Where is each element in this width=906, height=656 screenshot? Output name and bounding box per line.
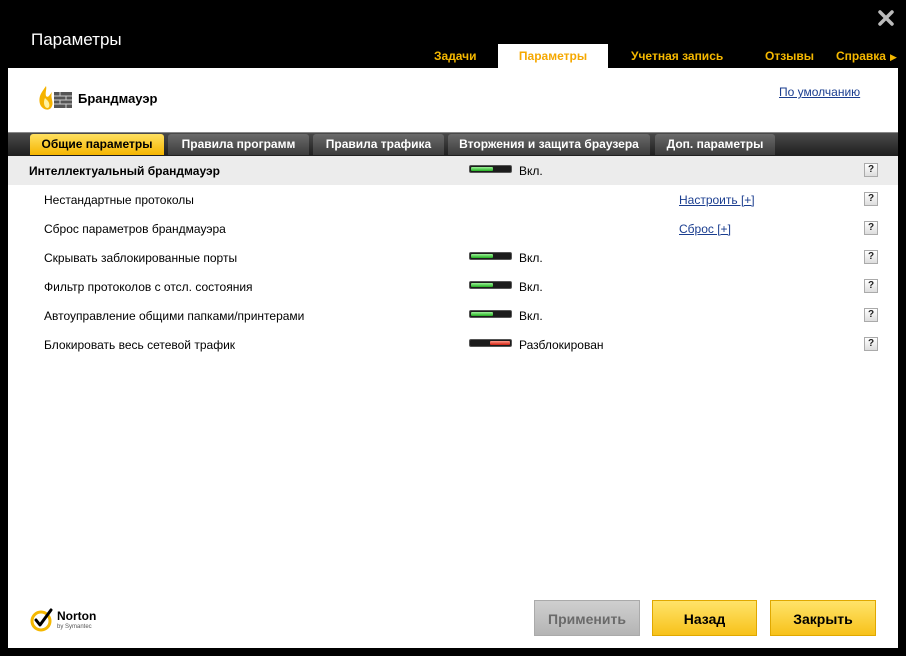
setting-row-hide-blocked-ports: Скрывать заблокированные порты Вкл. ? <box>8 243 898 272</box>
setting-row-nonstandard-protocols: Нестандартные протоколы Настроить [+] ? <box>8 185 898 214</box>
toggle-fill <box>471 254 493 258</box>
nav-help-label: Справка <box>836 49 886 63</box>
nav-params[interactable]: Параметры <box>498 44 608 68</box>
setting-row-reset-firewall: Сброс параметров брандмауэра Сброс [+] ? <box>8 214 898 243</box>
apply-button[interactable]: Применить <box>534 600 640 636</box>
nav-tasks[interactable]: Задачи <box>434 44 477 68</box>
defaults-link[interactable]: По умолчанию <box>779 85 860 99</box>
tab-programs[interactable]: Правила программ <box>168 134 309 155</box>
hide-blocked-ports-toggle[interactable] <box>469 252 512 260</box>
tab-traffic[interactable]: Правила трафика <box>313 134 444 155</box>
toggle-fill <box>471 283 493 287</box>
help-icon[interactable]: ? <box>864 308 878 322</box>
back-button[interactable]: Назад <box>652 600 757 636</box>
reset-link[interactable]: Сброс [+] <box>679 222 731 236</box>
setting-state: Вкл. <box>519 164 543 178</box>
setting-state: Разблокирован <box>519 338 604 352</box>
setting-label: Скрывать заблокированные порты <box>44 251 238 265</box>
tab-advanced[interactable]: Доп. параметры <box>655 134 775 155</box>
setting-label: Нестандартные протоколы <box>44 193 194 207</box>
setting-row-block-all-traffic: Блокировать весь сетевой трафик Разблоки… <box>8 330 898 359</box>
setting-label: Фильтр протоколов с отсл. состояния <box>44 280 253 294</box>
configure-link[interactable]: Настроить [+] <box>679 193 755 207</box>
page-title: Брандмауэр <box>78 91 158 106</box>
setting-row-stateful-filter: Фильтр протоколов с отсл. состояния Вкл.… <box>8 272 898 301</box>
setting-label: Автоуправление общими папками/принтерами <box>44 309 305 323</box>
firewall-icon <box>39 86 72 110</box>
smart-firewall-toggle[interactable] <box>469 165 512 173</box>
tab-general[interactable]: Общие параметры <box>30 134 164 155</box>
help-icon[interactable]: ? <box>864 337 878 351</box>
norton-check-icon <box>30 608 53 632</box>
help-icon[interactable]: ? <box>864 163 878 177</box>
window-title: Параметры <box>31 30 122 49</box>
auto-share-control-toggle[interactable] <box>469 310 512 318</box>
nav-account[interactable]: Учетная запись <box>631 44 723 68</box>
setting-label: Интеллектуальный брандмауэр <box>29 164 220 178</box>
help-icon[interactable]: ? <box>864 192 878 206</box>
setting-state: Вкл. <box>519 280 543 294</box>
norton-sub: by Symantec <box>57 624 92 630</box>
nav-help[interactable]: Справка ▶ <box>836 44 897 68</box>
norton-brand: Norton <box>57 609 97 623</box>
settings-window: Параметры Задачи Параметры Учетная запис… <box>0 0 906 656</box>
toggle-fill <box>490 341 510 345</box>
setting-label: Блокировать весь сетевой трафик <box>44 338 236 352</box>
block-all-traffic-toggle[interactable] <box>469 339 512 347</box>
close-icon[interactable] <box>876 8 896 28</box>
toggle-fill <box>471 312 493 316</box>
chevron-right-icon: ▶ <box>889 52 897 62</box>
stateful-filter-toggle[interactable] <box>469 281 512 289</box>
section-header: Брандмауэр По умолчанию <box>8 68 898 132</box>
tab-intrusion[interactable]: Вторжения и защита браузера <box>448 134 650 155</box>
help-icon[interactable]: ? <box>864 221 878 235</box>
nav-reviews[interactable]: Отзывы <box>765 44 814 68</box>
setting-state: Вкл. <box>519 251 543 265</box>
setting-label: Сброс параметров брандмауэра <box>44 222 226 236</box>
setting-row-smart-firewall: Интеллектуальный брандмауэр Вкл. ? <box>8 156 898 185</box>
setting-state: Вкл. <box>519 309 543 323</box>
toggle-fill <box>471 167 493 171</box>
norton-logo: Norton by Symantec <box>30 605 110 635</box>
setting-row-auto-share-control: Автоуправление общими папками/принтерами… <box>8 301 898 330</box>
settings-panel: Брандмауэр По умолчанию Общие параметры … <box>8 68 898 648</box>
help-icon[interactable]: ? <box>864 250 878 264</box>
close-button[interactable]: Закрыть <box>770 600 876 636</box>
tab-bar: Общие параметры Правила программ Правила… <box>8 132 898 156</box>
help-icon[interactable]: ? <box>864 279 878 293</box>
